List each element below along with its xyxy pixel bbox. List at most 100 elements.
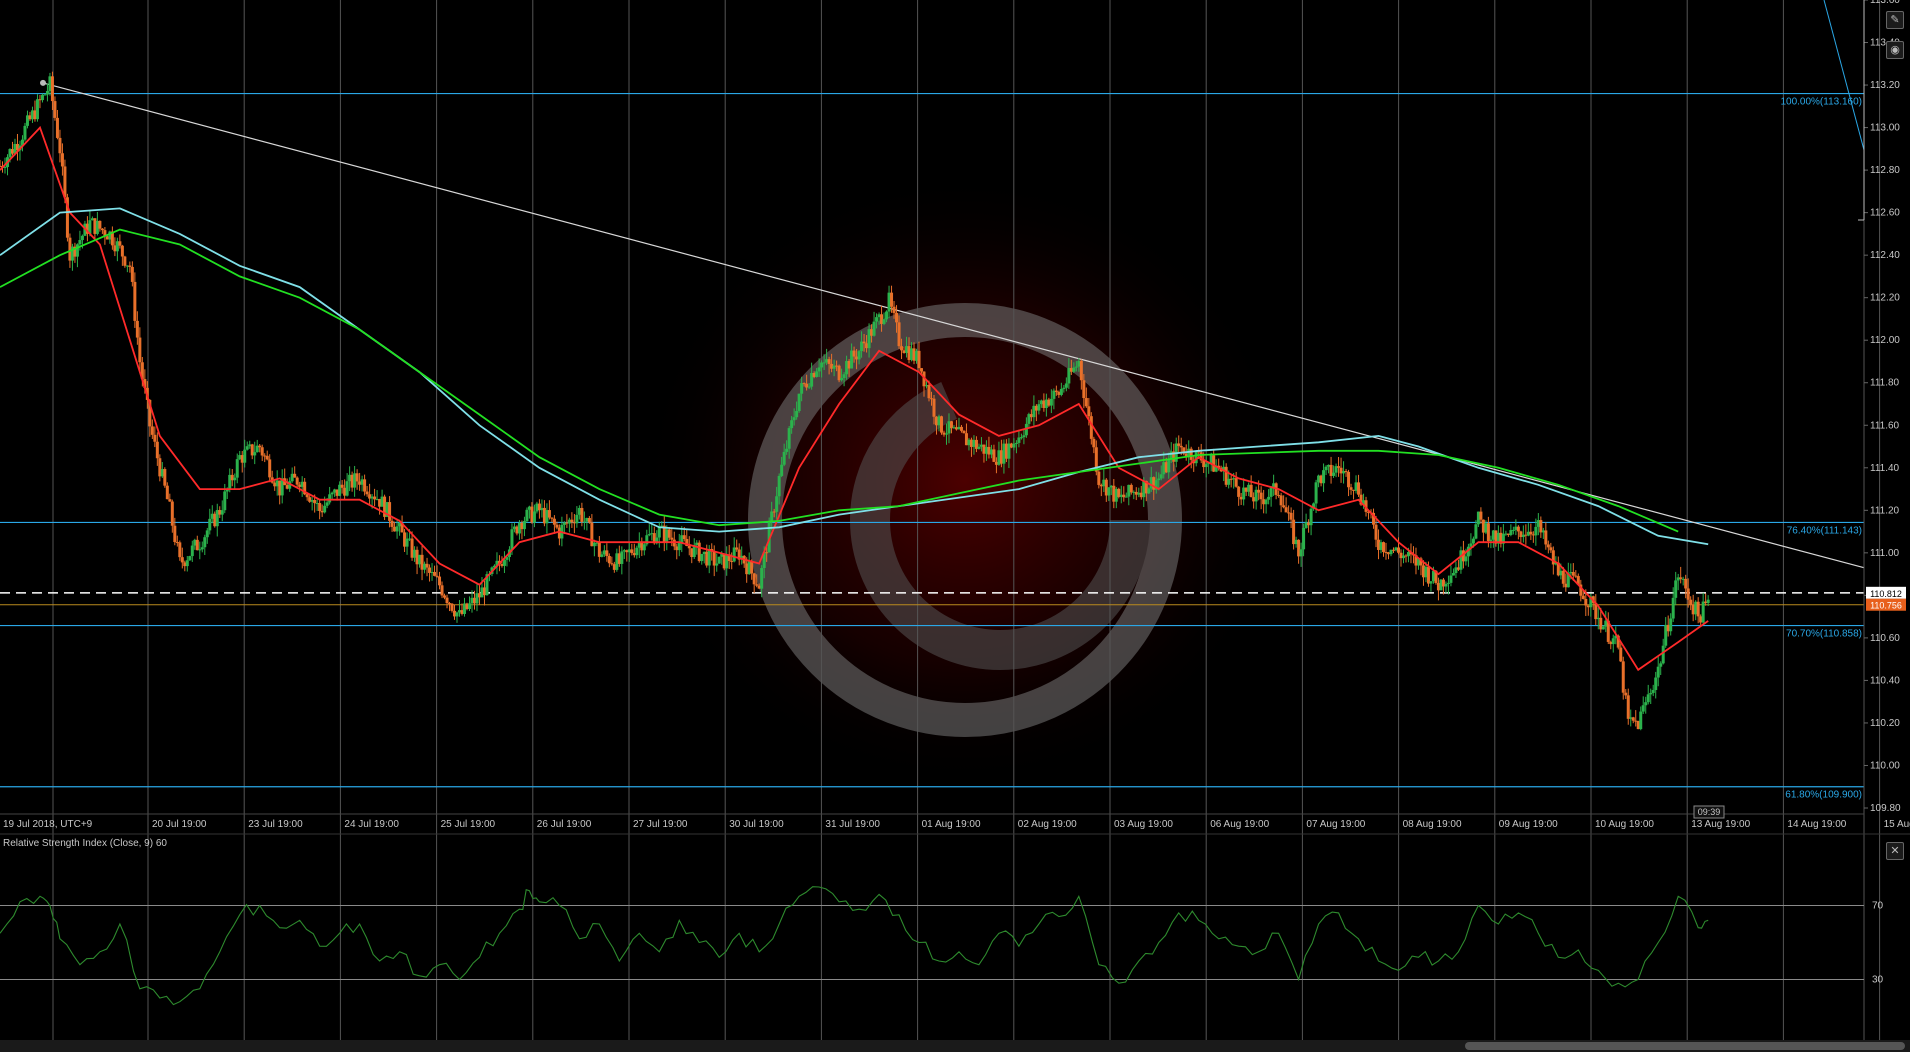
price-tick: 111.40 — [1870, 463, 1900, 474]
candle-body — [135, 320, 139, 338]
time-tick: 07 Aug 19:00 — [1306, 819, 1365, 830]
price-tick: 112.40 — [1870, 250, 1900, 261]
candle-body — [265, 455, 269, 460]
candle-body — [712, 551, 716, 566]
candle-body — [1429, 581, 1433, 584]
time-tick: 30 Jul 19:00 — [729, 819, 784, 830]
candle-body — [787, 428, 791, 449]
time-tick: 25 Jul 19:00 — [441, 819, 496, 830]
candle-body — [395, 526, 399, 532]
candle-body — [1659, 663, 1663, 667]
candle-body — [1082, 380, 1086, 399]
rsi-series-line — [0, 886, 1709, 1006]
time-tick: 15 Aug 19:00 — [1884, 819, 1910, 830]
horizontal-scrollbar[interactable] — [0, 1040, 1910, 1052]
candle-body — [775, 496, 779, 512]
candle-body — [220, 510, 224, 515]
time-tick: 10 Aug 19:00 — [1595, 819, 1654, 830]
price-tick: 112.00 — [1870, 335, 1900, 346]
time-tick: 23 Jul 19:00 — [248, 819, 303, 830]
edit-icon[interactable]: ✎ — [1886, 11, 1904, 29]
candle-body — [605, 550, 609, 556]
candle-body — [78, 240, 82, 245]
candle-body — [130, 266, 134, 282]
close-icon[interactable]: ✕ — [1886, 842, 1904, 860]
candle-body — [1644, 702, 1648, 706]
price-tick: 111.60 — [1870, 420, 1900, 431]
candle-body — [525, 509, 529, 522]
candle-body — [732, 547, 736, 562]
candle-body — [822, 362, 826, 364]
trendline-handle[interactable] — [40, 79, 46, 86]
candle-body — [440, 585, 444, 596]
rsi-tick: 70 — [1872, 901, 1884, 912]
candle-body — [1299, 549, 1303, 557]
candle-body — [670, 537, 674, 540]
candle-body — [178, 542, 182, 558]
candle-body — [1089, 416, 1093, 439]
candle-body — [502, 559, 506, 566]
candle-body — [1037, 404, 1041, 411]
candle-body — [815, 371, 819, 377]
candle-body — [1204, 464, 1208, 468]
candle-body — [1464, 556, 1468, 562]
candle-body — [510, 529, 514, 550]
price-tick: 111.20 — [1870, 505, 1900, 516]
countdown-tag: 09:39 — [1693, 805, 1725, 819]
candle-body — [1019, 437, 1023, 439]
candle-body — [200, 547, 204, 550]
candle-body — [1347, 471, 1351, 488]
candle-body — [797, 393, 801, 412]
candle-body — [1661, 645, 1665, 664]
candle-body — [1267, 496, 1271, 500]
time-axis[interactable]: 20 Jul 19:00 23 Jul 19:00 24 Jul 19:00 25 J… — [152, 819, 1910, 830]
candle-body — [208, 518, 212, 531]
candle-body — [1631, 717, 1635, 721]
candle-body — [1337, 466, 1341, 468]
candle-body — [243, 449, 247, 463]
candle-body — [245, 446, 249, 450]
chart-area[interactable]: 100.00%(113.160)76.40%(111.143)70.70%(11… — [0, 0, 1910, 1040]
candle-body — [1264, 499, 1268, 505]
candle-body — [575, 514, 579, 524]
candle-body — [1234, 478, 1238, 487]
candle-body — [842, 374, 846, 379]
candle-body — [780, 464, 784, 476]
camera-icon[interactable]: ◉ — [1886, 41, 1904, 59]
candle-body — [1546, 544, 1550, 548]
candle-body — [630, 549, 634, 554]
candle-body — [165, 485, 169, 500]
candle-body — [1686, 588, 1690, 600]
candle-body — [1396, 547, 1400, 553]
price-tick: 111.00 — [1870, 548, 1900, 559]
candle-body — [1639, 711, 1643, 730]
candle-body — [373, 496, 377, 500]
candle-body — [1489, 539, 1493, 542]
candle-body — [128, 265, 132, 267]
candle-body — [98, 220, 102, 229]
candle-body — [443, 595, 447, 598]
price-axis[interactable]: 113.60113.40113.20113.00112.80112.60112.… — [1864, 0, 1901, 814]
candle-body — [752, 573, 756, 585]
candle-body — [785, 448, 789, 452]
candle-body — [1357, 482, 1361, 495]
rsi-tick: 30 — [1872, 975, 1884, 986]
candle-body — [1444, 583, 1448, 587]
candle-body — [1302, 527, 1306, 550]
candle-body — [647, 534, 651, 536]
scroll-thumb[interactable] — [1465, 1042, 1905, 1050]
candle-body — [1049, 398, 1053, 406]
candle-body — [807, 386, 811, 388]
candle-body — [885, 311, 889, 320]
candle-body — [1062, 387, 1066, 389]
candle-body — [118, 241, 122, 246]
candle-body — [1382, 542, 1386, 552]
candle-body — [170, 501, 174, 526]
candle-body — [587, 518, 591, 523]
candle-body — [318, 503, 322, 511]
candle-body — [522, 521, 526, 530]
candle-body — [1679, 577, 1683, 579]
time-tick: 09 Aug 19:00 — [1499, 819, 1558, 830]
candle-body — [1646, 694, 1650, 703]
candle-body — [610, 563, 614, 565]
